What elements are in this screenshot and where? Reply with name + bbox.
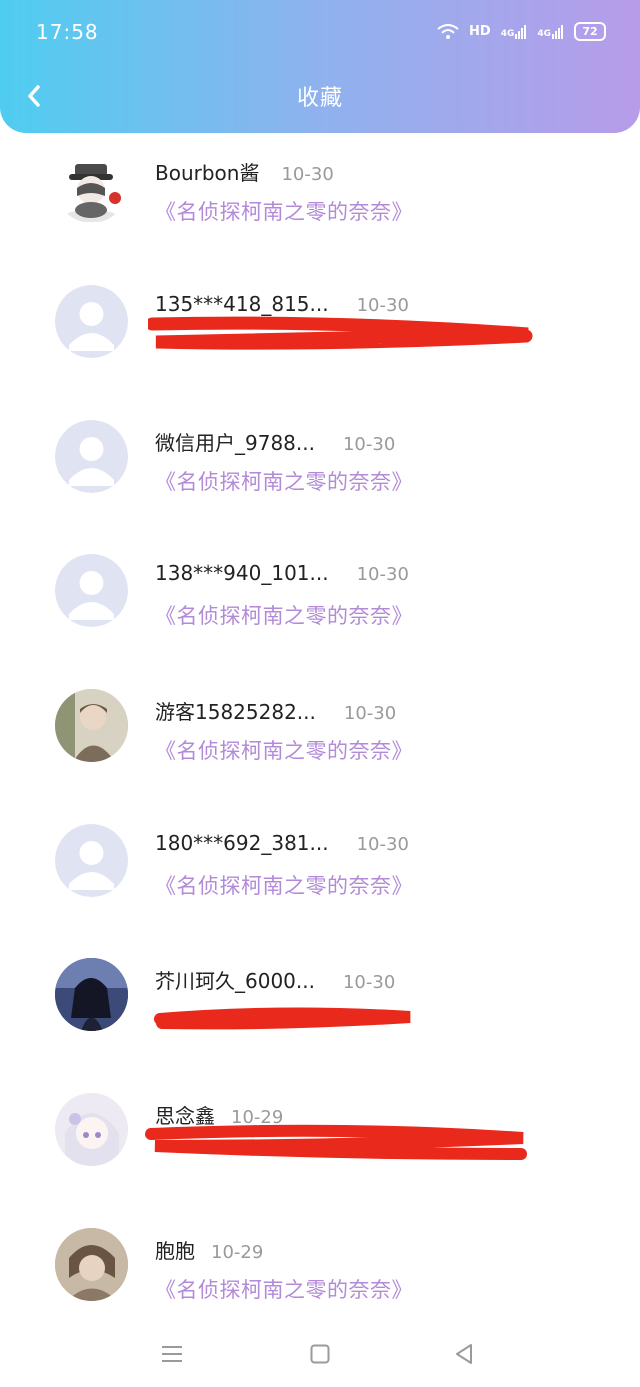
menu-icon [162,1346,182,1362]
default-avatar-icon [55,285,128,358]
list-item[interactable]: 135***418_815... 10-30 [0,268,640,402]
date-label: 10-30 [356,564,409,585]
default-avatar-icon [55,824,128,897]
avatar [55,1228,128,1301]
list-item[interactable]: 微信用户_9788... 10-30 《名侦探柯南之零的奈奈》 [0,403,640,537]
user-name: 135***418_815... [155,292,329,316]
date-label: 10-30 [356,295,409,316]
name-row: 思念鑫 10-29 [155,1100,283,1129]
list-item[interactable]: 游客15825282... 10-30 《名侦探柯南之零的奈奈》 [0,672,640,806]
default-avatar-icon [55,420,128,493]
work-title-link[interactable]: 《名侦探柯南之零的奈奈》 [155,1274,413,1304]
battery-icon: 72 [574,22,606,41]
home-square-icon [310,1344,330,1364]
list-item[interactable]: 180***692_381... 10-30 《名侦探柯南之零的奈奈》 [0,807,640,941]
name-row: 游客15825282... 10-30 [155,696,396,725]
back-triangle-icon [456,1344,472,1364]
user-name: Bourbon酱 [155,161,260,185]
work-title-link[interactable]: 《名侦探柯南之零的奈奈》 [155,870,413,900]
default-avatar-icon [55,554,128,627]
name-row: 138***940_101... 10-30 [155,561,409,585]
hd-label: HD [469,24,491,39]
user-name: 180***692_381... [155,831,329,855]
work-title-link[interactable]: 《名侦探柯南之零的奈奈》 [155,466,413,496]
name-row: Bourbon酱 10-30 [155,157,334,186]
signal-1-label: 4G [500,28,515,39]
redaction-scribble [154,1007,411,1030]
signal-icon-1: 4G [500,24,528,39]
name-row: 180***692_381... 10-30 [155,831,409,855]
user-name: 思念鑫 [155,1104,215,1128]
user-name: 138***940_101... [155,561,329,585]
status-time: 17:58 [36,20,99,44]
avatar [55,1093,128,1166]
home-button[interactable] [302,1336,338,1372]
name-row: 胞胞 10-29 [155,1235,263,1264]
name-row: 芥川珂久_6000... 10-30 [155,965,395,994]
list-item[interactable]: 思念鑫 10-29 [0,1076,640,1210]
redaction-scribble [148,316,533,350]
list-item[interactable]: Bourbon酱 10-30 《名侦探柯南之零的奈奈》 [0,133,640,267]
system-back-button[interactable] [446,1336,482,1372]
work-title-link[interactable]: 《名侦探柯南之零的奈奈》 [155,196,413,226]
signal-icon-2: 4G [537,24,564,39]
status-bar: 17:58 HD 4G 4G 72 [0,0,640,66]
redaction-scribble [145,1124,527,1160]
list-item[interactable]: 芥川珂久_6000... 10-30 [0,941,640,1075]
menu-button[interactable] [154,1336,190,1372]
avatar [55,958,128,1031]
user-name: 游客15825282... [155,700,316,724]
work-title-link[interactable]: 《名侦探柯南之零的奈奈》 [155,600,413,630]
avatar [55,150,128,223]
list-item[interactable]: 138***940_101... 10-30 《名侦探柯南之零的奈奈》 [0,537,640,671]
user-name: 微信用户_9788... [155,431,315,455]
date-label: 10-29 [231,1107,284,1128]
date-label: 10-30 [342,434,396,455]
system-nav-bar [0,1320,640,1387]
name-row: 微信用户_9788... 10-30 [155,427,395,456]
signal-2-label: 4G [537,28,551,39]
date-label: 10-29 [211,1242,264,1263]
status-icons: HD 4G 4G 72 [437,22,606,41]
page-title: 收藏 [296,86,343,111]
date-label: 10-30 [281,164,334,185]
wifi-icon [437,23,459,40]
name-row: 135***418_815... 10-30 [155,292,409,316]
header-bar: 17:58 HD 4G 4G 72 收藏 [0,0,640,133]
user-name: 胞胞 [155,1239,195,1263]
date-label: 10-30 [343,703,397,724]
date-label: 10-30 [356,834,409,855]
date-label: 10-30 [342,972,396,993]
work-title-link[interactable]: 《名侦探柯南之零的奈奈》 [155,735,413,765]
user-name: 芥川珂久_6000... [155,969,315,993]
avatar [55,689,128,762]
